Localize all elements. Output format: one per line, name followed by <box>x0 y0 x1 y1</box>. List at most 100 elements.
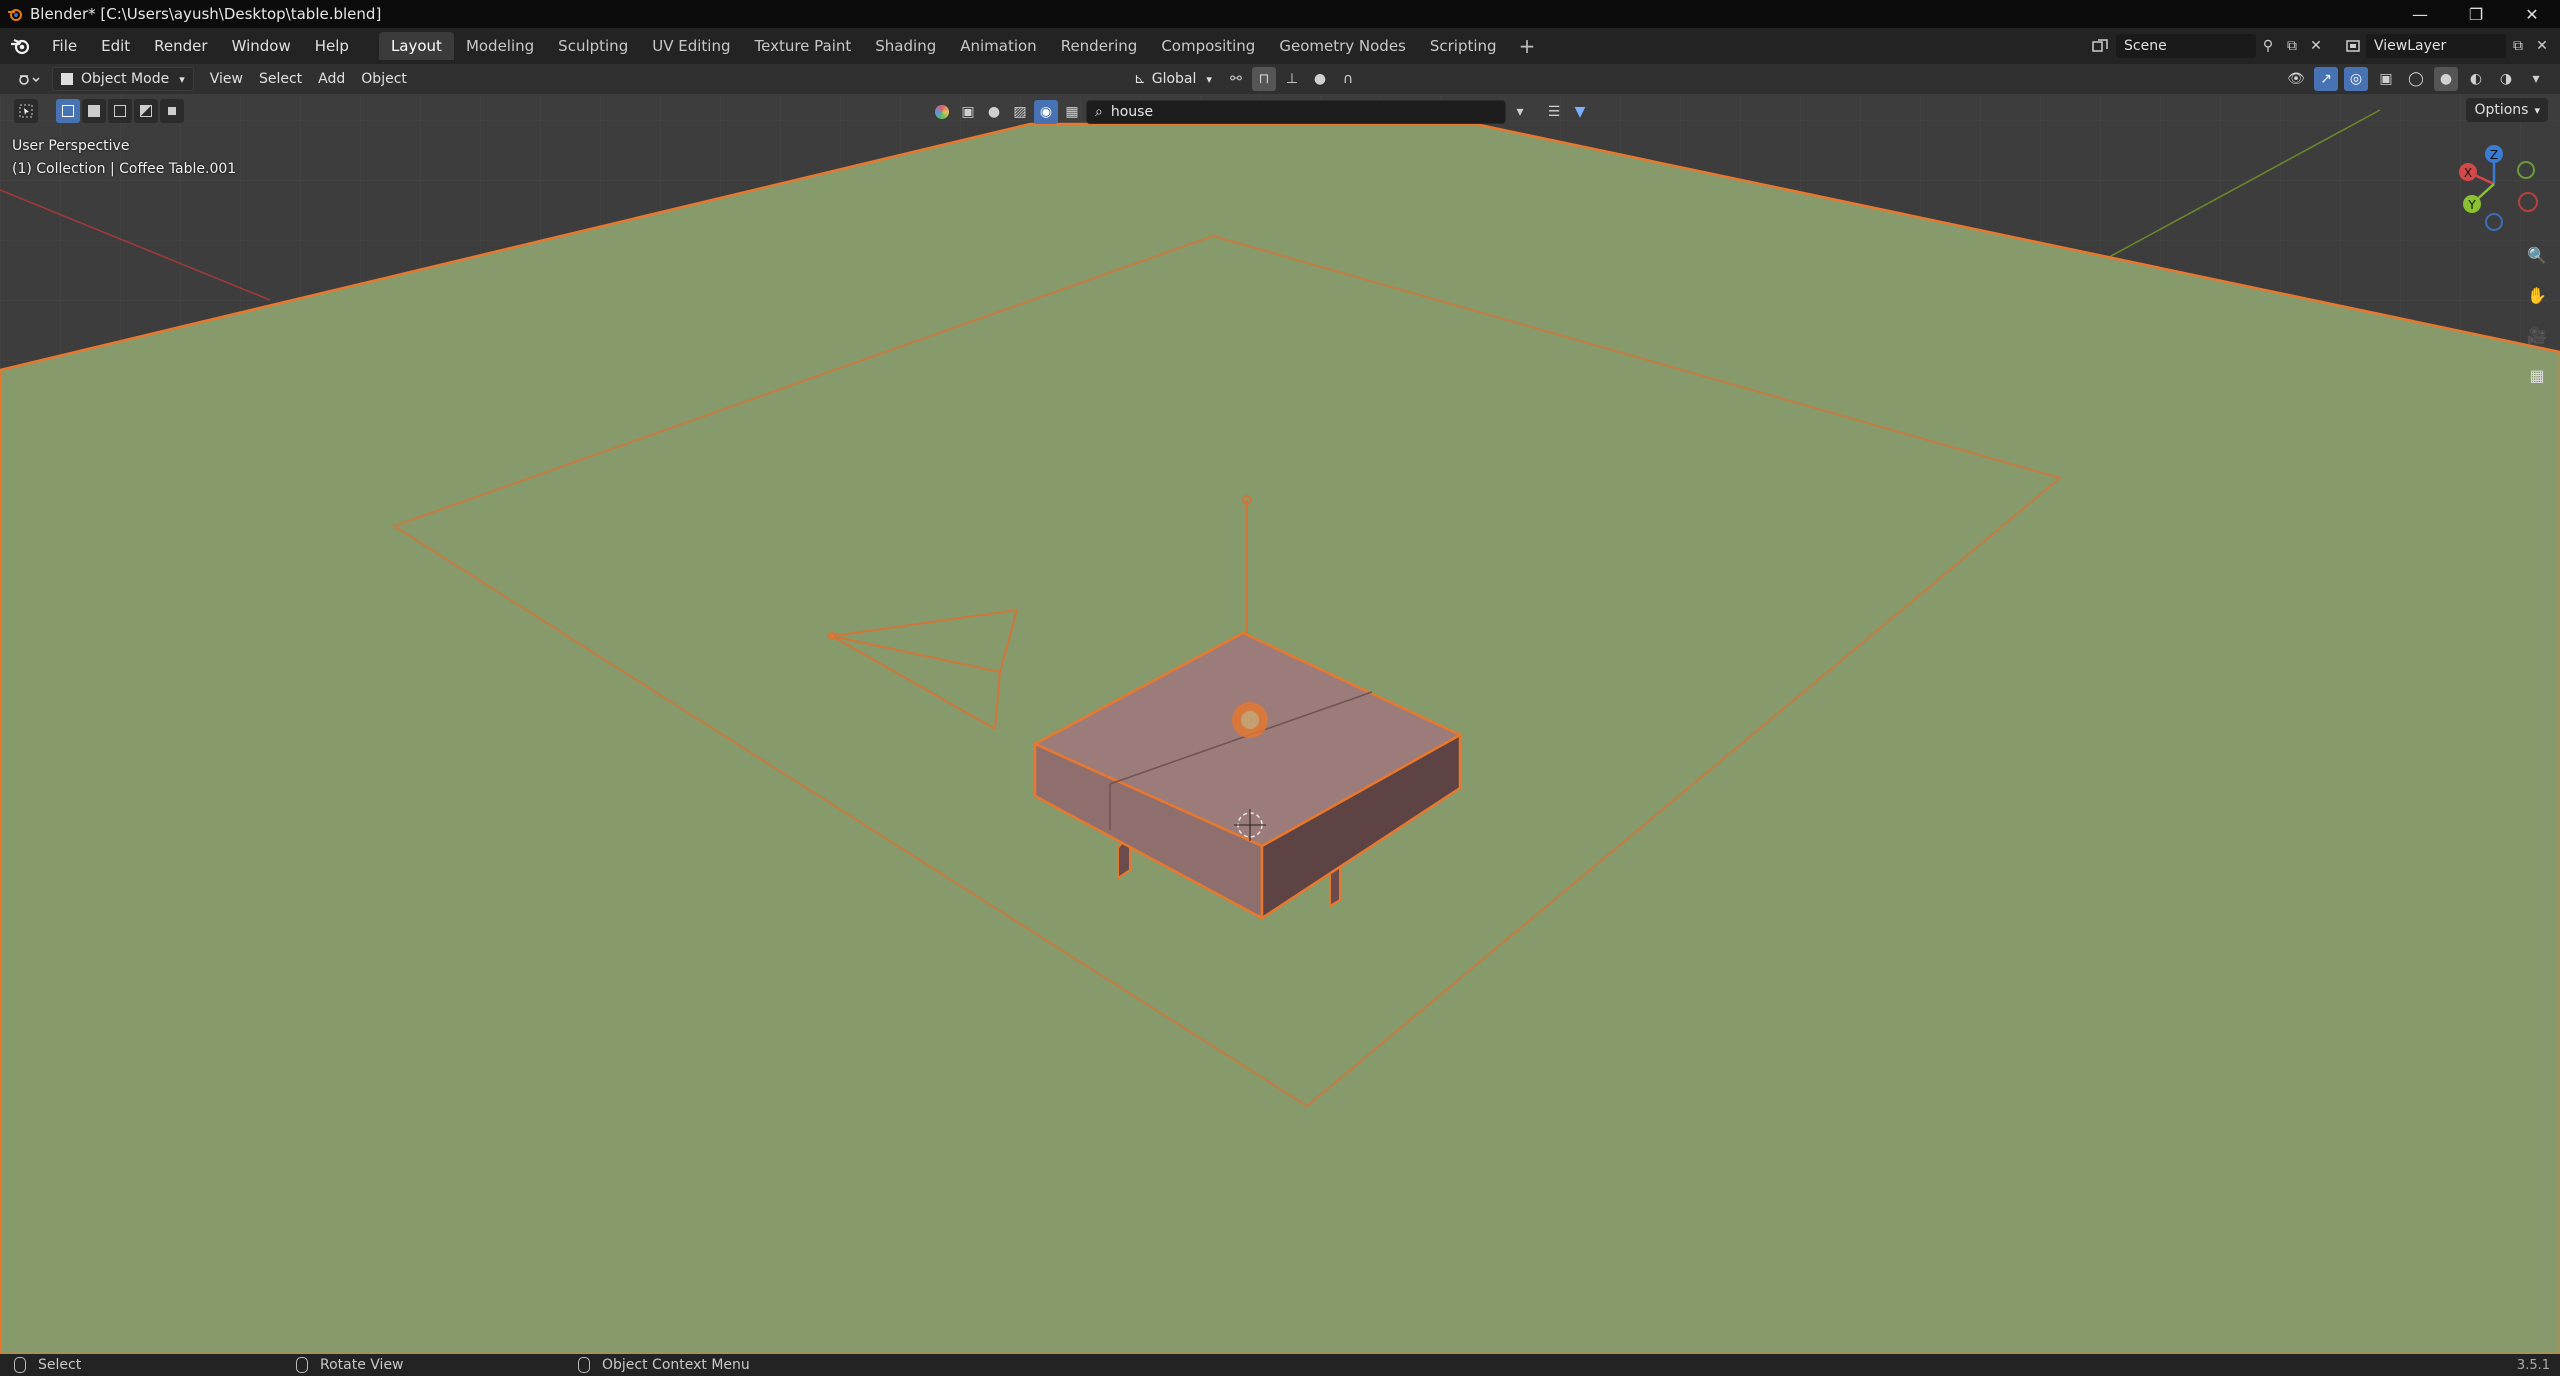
mouse-left-icon <box>14 1357 26 1373</box>
mouse-right-icon <box>578 1357 590 1373</box>
tab-uv-editing[interactable]: UV Editing <box>640 32 742 60</box>
mouse-middle-icon <box>296 1357 308 1373</box>
rendered-shading-icon[interactable]: ◑ <box>2494 67 2518 91</box>
tab-rendering[interactable]: Rendering <box>1049 32 1150 60</box>
falloff-curve-icon[interactable]: ∩ <box>1336 67 1360 91</box>
new-scene-icon[interactable]: ⧉ <box>2280 34 2304 58</box>
scene-name-field[interactable]: Scene <box>2116 34 2256 58</box>
tab-geometry-nodes[interactable]: Geometry Nodes <box>1267 32 1418 60</box>
sort-list-icon[interactable]: ☰ <box>1542 100 1566 124</box>
collection-filter-bar: ▣ ● ▨ ◉ ▦ ⌕ ▾ ☰ ▼ <box>930 100 1592 124</box>
delete-scene-icon[interactable]: ✕ <box>2304 34 2328 58</box>
menu-object[interactable]: Object <box>353 67 415 91</box>
snap-target-icon[interactable]: ⊥ <box>1280 67 1304 91</box>
select-mode-intersect-icon[interactable] <box>160 99 184 123</box>
navigation-gizmo[interactable]: Z X Y <box>2440 140 2550 240</box>
viewport-header: Object Mode ▾ View Select Add Object ⊾ G… <box>0 64 2560 94</box>
scene-name: Scene <box>2124 38 2167 54</box>
view-name-label: User Perspective <box>12 138 130 154</box>
menu-select[interactable]: Select <box>251 67 310 91</box>
object-mode-label: Object Mode <box>81 71 170 87</box>
blender-logo-icon[interactable] <box>0 28 40 64</box>
select-mode-subtract-icon[interactable] <box>108 99 132 123</box>
search-icon: ⌕ <box>1095 104 1103 120</box>
menu-edit[interactable]: Edit <box>89 32 142 60</box>
texture-filter-icon[interactable]: ▦ <box>1060 100 1084 124</box>
x-axis-label: X <box>2464 166 2472 180</box>
camera-view-icon[interactable]: 🎥 <box>2522 320 2552 350</box>
status-select: Select <box>14 1357 81 1373</box>
3d-viewport[interactable] <box>0 94 2560 1354</box>
tab-animation[interactable]: Animation <box>948 32 1048 60</box>
blender-app-icon <box>2 1 28 27</box>
world-filter-icon[interactable]: ◉ <box>1034 100 1058 124</box>
select-mode-invert-icon[interactable] <box>134 99 158 123</box>
neg-z-axis-handle <box>2485 213 2503 231</box>
pan-hand-icon[interactable]: ✋ <box>2522 280 2552 310</box>
close-button[interactable]: ✕ <box>2504 0 2560 28</box>
tab-texture-paint[interactable]: Texture Paint <box>742 32 863 60</box>
minimize-button[interactable]: — <box>2392 0 2448 28</box>
menu-add[interactable]: Add <box>310 67 353 91</box>
select-mode-new-icon[interactable] <box>56 99 80 123</box>
menu-render[interactable]: Render <box>142 32 219 60</box>
status-context: Object Context Menu <box>578 1357 750 1373</box>
select-mode-extend-icon[interactable] <box>82 99 106 123</box>
zoom-icon[interactable]: 🔍 <box>2522 240 2552 270</box>
visibility-icon[interactable]: 👁 <box>2284 67 2308 91</box>
neg-y-axis-handle <box>2517 161 2535 179</box>
scene-browse-icon[interactable] <box>2088 34 2112 58</box>
chevron-down-icon: ▾ <box>179 72 185 86</box>
overlay-toggle-icon[interactable]: ◎ <box>2344 67 2368 91</box>
pin-scene-icon[interactable]: ⚲ <box>2256 34 2280 58</box>
menu-view[interactable]: View <box>202 67 251 91</box>
material-shading-icon[interactable]: ◐ <box>2464 67 2488 91</box>
search-field[interactable]: ⌕ <box>1086 100 1506 124</box>
shading-options-icon[interactable]: ▾ <box>2524 67 2548 91</box>
tab-layout[interactable]: Layout <box>378 32 454 60</box>
xray-toggle-icon[interactable]: ▣ <box>2374 67 2398 91</box>
snap-toggle-icon[interactable]: ⊓ <box>1251 67 1276 91</box>
solid-shading-icon[interactable]: ● <box>2434 67 2458 91</box>
color-picker-icon[interactable] <box>930 100 954 124</box>
transform-orientation-dropdown[interactable]: ⊾ Global ▾ <box>1126 67 1220 91</box>
neg-x-axis-handle <box>2518 192 2538 212</box>
image-filter-icon[interactable]: ▨ <box>1008 100 1032 124</box>
orientation-label: Global <box>1151 71 1197 87</box>
new-viewlayer-icon[interactable]: ⧉ <box>2506 34 2530 58</box>
options-dropdown[interactable]: Options ▾ <box>2466 98 2548 122</box>
filter-dropdown-icon[interactable]: ▾ <box>1508 100 1532 124</box>
object-filter-icon[interactable]: ▣ <box>956 100 980 124</box>
restore-button[interactable]: ❐ <box>2448 0 2504 28</box>
tab-scripting[interactable]: Scripting <box>1418 32 1509 60</box>
editor-type-icon <box>19 75 40 85</box>
object-mode-dropdown[interactable]: Object Mode ▾ <box>52 67 194 91</box>
select-tool-icon[interactable] <box>14 99 38 123</box>
editor-type-button[interactable] <box>10 67 48 91</box>
menu-file[interactable]: File <box>40 32 89 60</box>
status-context-label: Object Context Menu <box>602 1357 750 1373</box>
proportional-edit-icon[interactable]: ● <box>1308 67 1332 91</box>
menu-help[interactable]: Help <box>303 32 361 60</box>
search-input[interactable] <box>1110 104 1491 120</box>
viewlayer-name-field[interactable]: ViewLayer <box>2366 34 2506 58</box>
delete-viewlayer-icon[interactable]: ✕ <box>2530 34 2554 58</box>
menu-window[interactable]: Window <box>220 32 303 60</box>
orientation-icon: ⊾ <box>1134 71 1146 87</box>
tab-compositing[interactable]: Compositing <box>1149 32 1267 60</box>
tab-shading[interactable]: Shading <box>863 32 948 60</box>
add-workspace-button[interactable]: + <box>1509 34 1546 58</box>
tab-modeling[interactable]: Modeling <box>454 32 546 60</box>
viewport-display-controls: 👁 ↗ ◎ ▣ ◯ ● ◐ ◑ ▾ <box>2284 67 2548 91</box>
sphere-filter-icon[interactable]: ● <box>982 100 1006 124</box>
options-label: Options <box>2474 102 2529 118</box>
collection-label: (1) Collection | Coffee Table.001 <box>12 161 237 177</box>
ortho-grid-icon[interactable]: ▦ <box>2522 360 2552 390</box>
viewlayer-browse-icon[interactable] <box>2342 34 2366 58</box>
gizmo-toggle-icon[interactable]: ↗ <box>2314 67 2338 91</box>
tab-sculpting[interactable]: Sculpting <box>546 32 640 60</box>
title-bar: Blender* [C:\Users\ayush\Desktop\table.b… <box>0 0 2560 28</box>
filter-funnel-icon[interactable]: ▼ <box>1568 100 1592 124</box>
wireframe-shading-icon[interactable]: ◯ <box>2404 67 2428 91</box>
pivot-point-icon[interactable]: ⚯ <box>1224 67 1248 91</box>
